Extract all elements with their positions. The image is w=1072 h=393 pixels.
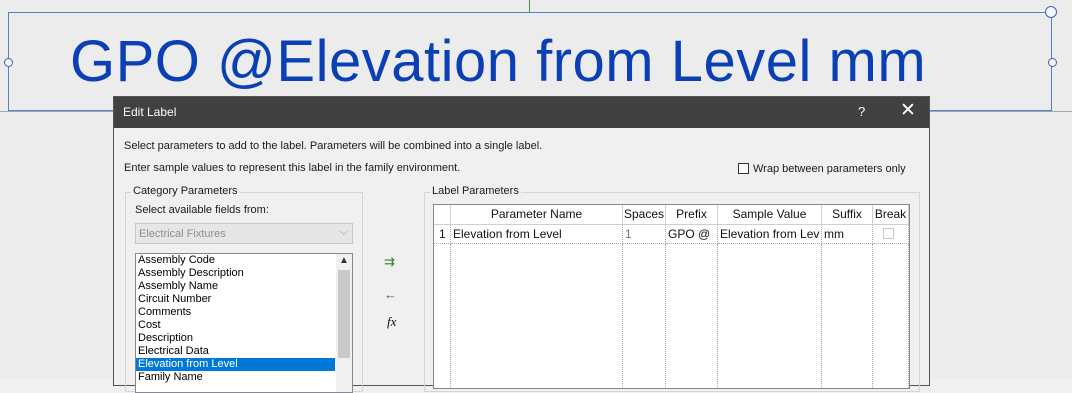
rotate-handle-icon[interactable] bbox=[1045, 6, 1057, 18]
column-header-parameter-name[interactable]: Parameter Name bbox=[451, 205, 623, 225]
dialog-title: Edit Label bbox=[123, 105, 177, 119]
column-header-suffix[interactable]: Suffix bbox=[822, 205, 873, 225]
column-header-row-number bbox=[434, 205, 451, 225]
list-item[interactable]: Assembly Name bbox=[136, 280, 352, 293]
label-parameters-grid: Parameter Name Spaces Prefix Sample Valu… bbox=[433, 204, 910, 389]
remove-parameter-icon[interactable]: ← bbox=[384, 287, 397, 302]
column-divider bbox=[450, 244, 451, 388]
scroll-up-icon[interactable]: ▲ bbox=[339, 255, 349, 266]
list-item[interactable]: Assembly Description bbox=[136, 267, 352, 280]
list-item[interactable]: Circuit Number bbox=[136, 293, 352, 306]
column-divider bbox=[908, 244, 909, 388]
family-label-text[interactable]: GPO @Elevation from Level mm bbox=[70, 28, 926, 95]
column-divider bbox=[665, 244, 666, 388]
break-checkbox[interactable] bbox=[883, 228, 894, 239]
spaces-cell[interactable]: 1 bbox=[623, 225, 666, 244]
label-parameters-title: Label Parameters bbox=[430, 185, 521, 197]
instruction-text-2: Enter sample values to represent this la… bbox=[124, 162, 461, 174]
category-dropdown[interactable]: Electrical Fixtures ⌵ bbox=[135, 223, 353, 244]
select-fields-label: Select available fields from: bbox=[135, 204, 269, 216]
wrap-checkbox[interactable] bbox=[738, 163, 749, 174]
column-header-break[interactable]: Break bbox=[873, 205, 909, 225]
dialog-titlebar: Edit Label ? ✕ bbox=[114, 97, 929, 128]
row-number-cell: 1 bbox=[434, 225, 451, 244]
formula-icon[interactable]: fx bbox=[387, 314, 396, 330]
right-grip-handle[interactable] bbox=[1048, 58, 1057, 67]
column-divider bbox=[717, 244, 718, 388]
parameter-name-cell[interactable]: Elevation from Level bbox=[451, 225, 623, 244]
prefix-cell[interactable]: GPO @ bbox=[666, 225, 718, 244]
sample-value-cell[interactable]: Elevation from Lev bbox=[718, 225, 822, 244]
column-header-prefix[interactable]: Prefix bbox=[666, 205, 718, 225]
break-cell bbox=[873, 225, 909, 244]
category-dropdown-value: Electrical Fixtures bbox=[139, 228, 226, 240]
center-reference-tick bbox=[529, 0, 530, 12]
left-grip-handle[interactable] bbox=[4, 58, 13, 67]
list-item[interactable]: Description bbox=[136, 332, 352, 345]
list-item-selected[interactable]: Elevation from Level bbox=[136, 358, 335, 371]
column-divider bbox=[622, 244, 623, 388]
list-item[interactable]: Electrical Data bbox=[136, 345, 352, 358]
list-item[interactable]: Cost bbox=[136, 319, 352, 332]
column-header-spaces[interactable]: Spaces bbox=[623, 205, 666, 225]
column-divider bbox=[872, 244, 873, 388]
add-parameter-icon[interactable]: ⇉ bbox=[384, 254, 395, 270]
list-scrollbar[interactable]: ▲ bbox=[336, 254, 352, 392]
edit-label-dialog: Edit Label ? ✕ Select parameters to add … bbox=[113, 96, 930, 393]
scroll-thumb[interactable] bbox=[338, 270, 350, 358]
category-parameters-title: Category Parameters bbox=[131, 185, 240, 197]
list-item[interactable]: Comments bbox=[136, 306, 352, 319]
available-fields-list[interactable]: Assembly Code Assembly Description Assem… bbox=[135, 253, 353, 393]
column-divider bbox=[821, 244, 822, 388]
column-header-sample-value[interactable]: Sample Value bbox=[718, 205, 822, 225]
help-icon[interactable]: ? bbox=[858, 104, 865, 119]
list-item[interactable]: Assembly Code bbox=[136, 254, 352, 267]
close-icon[interactable]: ✕ bbox=[900, 100, 916, 122]
wrap-checkbox-label: Wrap between parameters only bbox=[753, 163, 906, 175]
chevron-down-icon: ⌵ bbox=[339, 226, 348, 238]
suffix-cell[interactable]: mm bbox=[822, 225, 873, 244]
instruction-text-1: Select parameters to add to the label. P… bbox=[124, 140, 543, 152]
